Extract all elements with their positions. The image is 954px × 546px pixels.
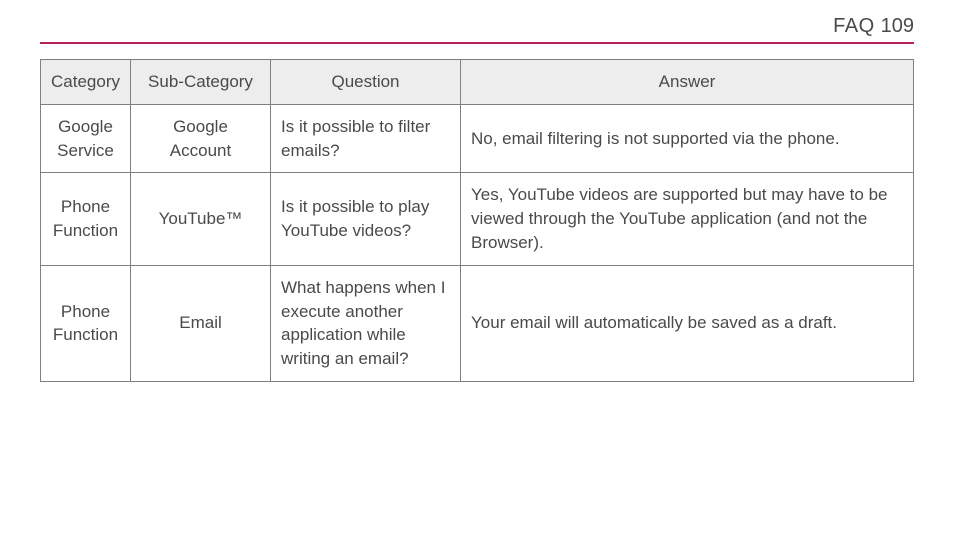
table-row: Phone Function YouTube™ Is it possible t… [41,173,914,265]
col-header-subcategory: Sub-Category [131,60,271,105]
cell-answer: Your email will automatically be saved a… [461,265,914,381]
col-header-answer: Answer [461,60,914,105]
cell-subcategory: YouTube™ [131,173,271,265]
table-header-row: Category Sub-Category Question Answer [41,60,914,105]
cell-question: Is it possible to filter emails? [271,104,461,173]
table-row: Phone Function Email What happens when I… [41,265,914,381]
col-header-category: Category [41,60,131,105]
cell-answer: Yes, YouTube videos are supported but ma… [461,173,914,265]
cell-subcategory: Email [131,265,271,381]
cell-category: Phone Function [41,173,131,265]
header-page-number: 109 [881,15,914,38]
cell-subcategory: Google Account [131,104,271,173]
page-header: FAQ 109 [40,15,914,44]
cell-question: Is it possible to play YouTube videos? [271,173,461,265]
header-title: FAQ [833,15,875,38]
cell-question: What happens when I execute another appl… [271,265,461,381]
cell-answer: No, email filtering is not supported via… [461,104,914,173]
cell-category: Google Service [41,104,131,173]
col-header-question: Question [271,60,461,105]
table-row: Google Service Google Account Is it poss… [41,104,914,173]
cell-category: Phone Function [41,265,131,381]
faq-table: Category Sub-Category Question Answer Go… [40,59,914,382]
